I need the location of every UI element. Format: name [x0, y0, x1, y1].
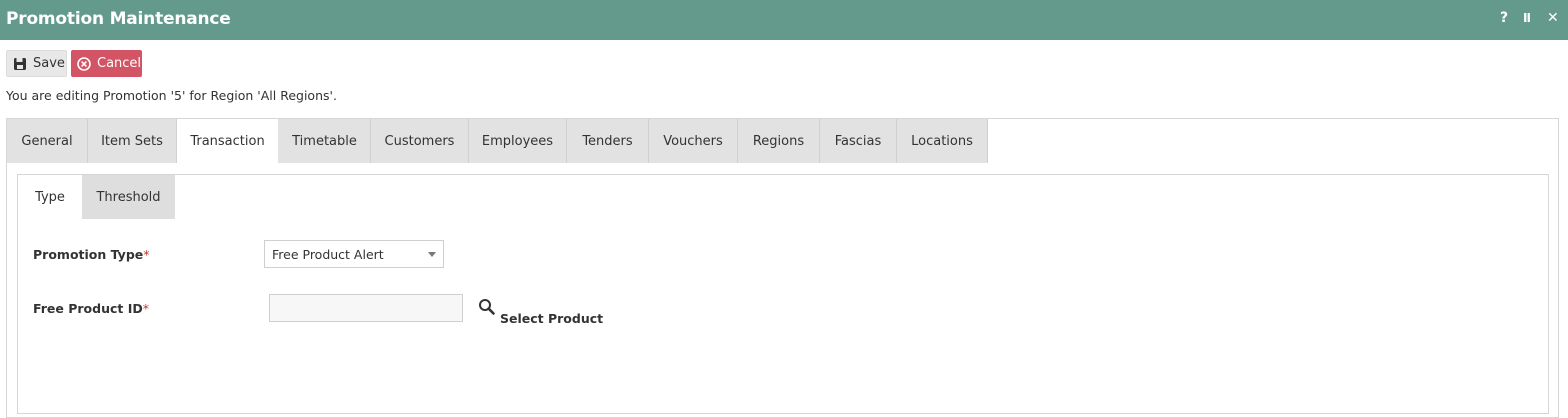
tab-fascias[interactable]: Fascias [820, 119, 897, 163]
tab-timetable[interactable]: Timetable [279, 119, 371, 163]
dropdown-caret-icon [428, 252, 436, 257]
select-product-label: Select Product [500, 311, 604, 326]
tab-vouchers[interactable]: Vouchers [649, 119, 738, 163]
close-button[interactable]: ✕ [1547, 10, 1559, 26]
x-circle-icon [77, 56, 91, 71]
tab-transaction[interactable]: Transaction [177, 119, 279, 163]
floppy-disk-icon [13, 57, 27, 71]
sub-tabs: Type Threshold [18, 175, 175, 219]
tab-customers[interactable]: Customers [371, 119, 469, 163]
promotion-type-label-text: Promotion Type [33, 247, 144, 262]
subtab-type[interactable]: Type [18, 175, 82, 219]
tab-general[interactable]: General [7, 119, 88, 163]
cancel-button[interactable]: Cancel [71, 50, 142, 77]
promotion-type-select[interactable]: Free Product Alert [264, 240, 444, 268]
tab-employees[interactable]: Employees [469, 119, 567, 163]
cancel-label: Cancel [97, 56, 142, 71]
required-mark: * [142, 301, 149, 316]
tab-item-sets[interactable]: Item Sets [88, 119, 177, 163]
required-mark: * [143, 247, 150, 262]
window-title: Promotion Maintenance [6, 9, 231, 29]
promotion-type-label: Promotion Type* [33, 247, 150, 262]
promotion-type-value: Free Product Alert [272, 246, 384, 262]
save-label: Save [33, 56, 65, 71]
title-bar: Promotion Maintenance ? II ✕ [0, 0, 1568, 40]
editing-status-message: You are editing Promotion '5' for Region… [6, 88, 337, 103]
subtab-panel [17, 174, 1549, 414]
select-product-button[interactable]: Select Product [478, 298, 603, 326]
pause-button[interactable]: II [1523, 11, 1531, 25]
free-product-id-label-text: Free Product ID [33, 301, 143, 316]
tab-regions[interactable]: Regions [738, 119, 820, 163]
tab-tenders[interactable]: Tenders [567, 119, 649, 163]
help-button[interactable]: ? [1500, 10, 1508, 26]
subtab-threshold[interactable]: Threshold [82, 175, 175, 219]
search-icon [478, 298, 496, 320]
save-button[interactable]: Save [6, 50, 67, 77]
tab-locations[interactable]: Locations [897, 119, 988, 163]
free-product-id-label: Free Product ID* [33, 301, 149, 316]
main-tabs: General Item Sets Transaction Timetable … [7, 119, 988, 163]
free-product-id-input[interactable] [269, 294, 463, 322]
